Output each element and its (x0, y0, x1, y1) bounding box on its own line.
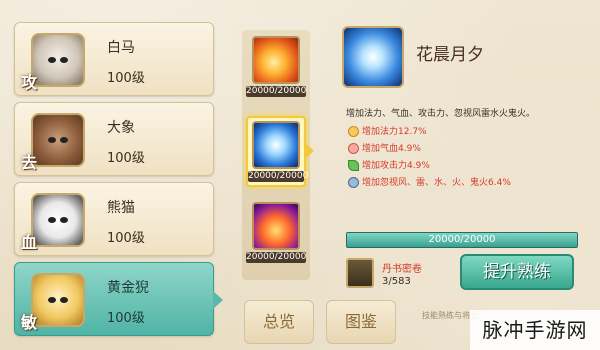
skill-progress: 20000/20000 (246, 252, 307, 263)
fire-skill-icon (252, 36, 300, 84)
golden-ni-avatar-icon (31, 273, 85, 327)
tab-catalog[interactable]: 图鉴 (326, 300, 396, 344)
book-count: 3/583 (382, 276, 411, 287)
book-name: 丹书密卷 (382, 264, 422, 275)
pet-level: 100级 (107, 311, 145, 326)
flame-skill-icon (252, 202, 300, 250)
skill-column: 20000/20000 20000/20000 20000/20000 (242, 30, 314, 280)
pet-card-panda[interactable]: 血 熊猫 100级 (14, 182, 214, 256)
ignore-icon (348, 177, 359, 188)
pet-tag: 敏 (21, 313, 38, 332)
stat-mana: 增加法力12.7% (348, 124, 427, 137)
skill-progress: 20000/20000 (248, 171, 309, 182)
pet-name: 大象 (107, 120, 135, 136)
watermark-brand: 脉冲手游网 (470, 310, 600, 350)
pet-level: 100级 (107, 151, 145, 166)
skill-slot-fire[interactable]: 20000/20000 (246, 36, 306, 97)
skill-progress: 20000/20000 (246, 86, 307, 97)
pet-name: 白马 (107, 40, 135, 56)
pet-list: 攻 白马 100级 去 大象 100级 血 熊猫 100级 敏 黄金猊 100级 (14, 22, 223, 342)
tab-overview[interactable]: 总览 (244, 300, 314, 344)
skill-slot-moon[interactable]: 20000/20000 (246, 116, 314, 187)
book-icon[interactable] (346, 258, 374, 288)
stat-attack: 增加攻击力4.9% (348, 158, 430, 171)
pet-tag: 去 (21, 153, 38, 172)
moon-skill-icon (252, 121, 300, 169)
attack-icon (348, 160, 359, 171)
pet-level: 100级 (107, 71, 145, 86)
skill-detail-panel: 花晨月夕 增加法力、气血、攻击力、忽视风雷水火鬼火。 增加法力12.7% 增加气… (338, 22, 588, 292)
pet-tag: 攻 (21, 73, 38, 92)
proficiency-progress-bar: 20000/20000 (346, 232, 578, 248)
pet-card-elephant[interactable]: 去 大象 100级 (14, 102, 214, 176)
skill-title: 花晨月夕 (416, 45, 484, 65)
pet-tag: 血 (21, 233, 38, 252)
stat-ignore: 增加忽视风、雷、水、火、鬼火6.4% (348, 175, 511, 188)
pet-name: 黄金猊 (107, 280, 149, 296)
horse-avatar-icon (31, 33, 85, 87)
skill-description: 增加法力、气血、攻击力、忽视风雷水火鬼火。 (346, 109, 536, 119)
skill-slot-flame[interactable]: 20000/20000 (246, 202, 306, 263)
pet-level: 100级 (107, 231, 145, 246)
upgrade-proficiency-button[interactable]: 提升熟练 (460, 254, 574, 290)
pet-card-white-horse[interactable]: 攻 白马 100级 (14, 22, 214, 96)
pet-name: 熊猫 (107, 200, 135, 216)
stat-hp: 增加气血4.9% (348, 141, 421, 154)
elephant-avatar-icon (31, 113, 85, 167)
hp-icon (348, 143, 359, 154)
panda-avatar-icon (31, 193, 85, 247)
pet-card-golden-ni[interactable]: 敏 黄金猊 100级 (14, 262, 223, 336)
progress-text: 20000/20000 (428, 234, 496, 245)
moon-skill-large-icon (342, 26, 404, 88)
mana-icon (348, 126, 359, 137)
